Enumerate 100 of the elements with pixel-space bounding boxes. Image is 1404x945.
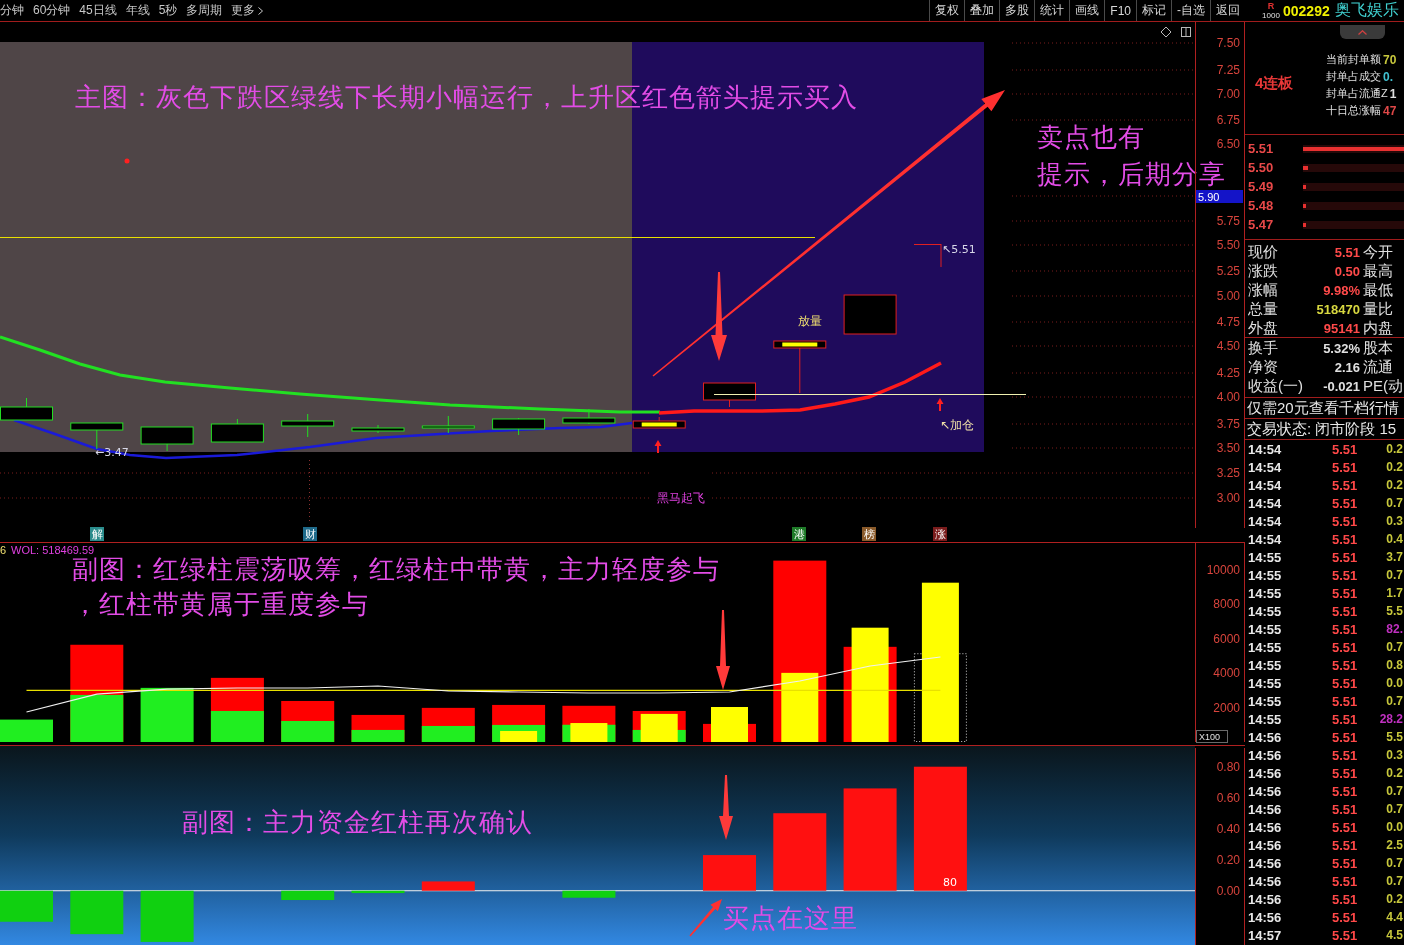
trade-volume: 0.0 (1385, 676, 1404, 690)
period-tab[interactable]: 更多 (231, 2, 264, 19)
period-tab[interactable]: 5秒 (158, 2, 178, 19)
up-arrow-icon (936, 398, 944, 411)
event-badge[interactable]: 港 (792, 527, 806, 541)
trade-time: 14:56 (1248, 909, 1283, 925)
trade-price: 5.51 (1332, 855, 1359, 871)
up-arrow-icon (654, 440, 662, 453)
fund-bar (281, 890, 335, 901)
trade-volume: 0.7 (1385, 568, 1404, 582)
promo-link[interactable]: 仅需20元查看千档行情 (1247, 398, 1399, 418)
period-tab[interactable]: 45日线 (79, 2, 117, 19)
trade-price: 5.51 (1332, 585, 1359, 601)
candlestick (703, 382, 756, 408)
trade-time: 14:55 (1248, 585, 1283, 601)
event-badge[interactable]: 财 (303, 527, 317, 541)
trade-time: 14:54 (1248, 531, 1283, 547)
axis-label: 5.75 (1216, 214, 1240, 228)
trade-price: 5.51 (1332, 729, 1359, 745)
stat-label: 封单占流通Z (1326, 86, 1388, 101)
axis-label: 0.60 (1216, 790, 1240, 805)
trade-volume: 0.0 (1385, 820, 1404, 834)
quote-label: 现价 (1248, 243, 1279, 262)
quote-label: 涨幅 (1248, 281, 1279, 300)
quote-value: -0.021 (1322, 379, 1360, 394)
candlestick (210, 418, 264, 443)
quote-label: 涨跌 (1248, 262, 1279, 281)
stock-name: 奥飞娱乐 (1334, 0, 1399, 20)
trade-time: 14:56 (1248, 801, 1283, 817)
period-tab[interactable]: 多周期 (186, 2, 223, 19)
event-badge[interactable]: 解 (90, 527, 104, 541)
trade-price: 5.51 (1332, 711, 1359, 727)
trade-price: 5.51 (1332, 459, 1359, 475)
bid-price: 5.47 (1248, 217, 1275, 232)
trade-price: 5.51 (1332, 603, 1359, 619)
trade-time: 14:54 (1248, 477, 1283, 493)
trade-volume: 0.7 (1385, 784, 1404, 798)
fund-bar (562, 890, 616, 898)
stat-label: 封单占成交 (1326, 69, 1381, 84)
bid-price: 5.48 (1248, 198, 1275, 213)
axis-label: 7.50 (1216, 36, 1240, 50)
axis-label: 4.00 (1216, 390, 1240, 404)
signal-label: ↖加仓 (940, 418, 975, 432)
period-tab[interactable]: 60分钟 (33, 2, 71, 19)
trade-time: 14:55 (1248, 693, 1283, 709)
event-badge[interactable]: 涨 (933, 527, 947, 541)
trade-price: 5.51 (1332, 495, 1359, 511)
trade-volume: 0.8 (1385, 658, 1404, 672)
period-tab[interactable]: 分钟 (0, 2, 24, 19)
stat-label: 十日总涨幅 (1326, 103, 1381, 118)
bid-price: 5.49 (1248, 179, 1275, 194)
stat-value: 70 (1383, 52, 1397, 67)
quote-value: 5.51 (1333, 245, 1360, 260)
trade-volume: 0.7 (1385, 802, 1404, 816)
quote-label: 最低 (1362, 281, 1394, 300)
collapse-button[interactable] (1340, 25, 1385, 39)
axis-label: 6.75 (1216, 113, 1240, 127)
axis-label: 7.25 (1216, 63, 1240, 77)
candlestick (492, 417, 546, 436)
diagonal-arrow (689, 899, 722, 937)
quote-value: 95141 (1322, 321, 1360, 336)
quote-label: 净资 (1248, 358, 1279, 377)
stat-value: 0. (1383, 69, 1393, 84)
indicator-value: 6 (0, 543, 7, 556)
event-badge[interactable]: 榜 (862, 527, 876, 541)
trade-price: 5.51 (1332, 621, 1359, 637)
window-icon[interactable] (1181, 27, 1191, 37)
trade-time: 14:56 (1248, 819, 1283, 835)
annotation-text: 副图：红绿柱震荡吸筹，红绿柱中带黄，主力轻度参与 ，红柱带黄属于重度参与 (72, 554, 720, 619)
trade-time: 14:55 (1248, 621, 1283, 637)
trade-time: 14:56 (1248, 765, 1283, 781)
quote-label: 流通 (1362, 358, 1394, 377)
trade-time: 14:56 (1248, 855, 1283, 871)
candlestick (913, 243, 942, 268)
trade-volume: 0.2 (1385, 478, 1404, 492)
quote-label: 今开 (1362, 243, 1394, 262)
quote-label: 换手 (1248, 339, 1279, 358)
quote-label: 股本 (1362, 339, 1394, 358)
axis-label: 6.50 (1216, 137, 1240, 151)
axis-label: 3.75 (1216, 417, 1240, 431)
trade-volume: 0.7 (1385, 874, 1404, 888)
axis-label: 3.25 (1216, 466, 1240, 480)
bid-price: 5.50 (1248, 160, 1275, 175)
trade-time: 14:54 (1248, 459, 1283, 475)
signal-label: 放量 (798, 314, 822, 328)
period-tab[interactable]: 年线 (125, 2, 150, 19)
axis-label: 3.00 (1216, 491, 1240, 505)
axis-label: 0.20 (1216, 852, 1240, 867)
bid-price: 5.51 (1248, 141, 1275, 156)
candlestick (632, 416, 686, 429)
diamond-icon[interactable] (1160, 26, 1172, 38)
quote-value: 518470 (1315, 302, 1360, 317)
trade-volume: 4.5 (1385, 928, 1404, 942)
trade-price: 5.51 (1332, 783, 1359, 799)
trade-volume: 28.2 (1378, 712, 1404, 726)
axis-label: 5.50 (1216, 238, 1240, 252)
trade-time: 14:56 (1248, 747, 1283, 763)
candlestick (351, 424, 405, 434)
volume-bar (0, 719, 53, 742)
quote-label: 外盘 (1248, 319, 1279, 338)
